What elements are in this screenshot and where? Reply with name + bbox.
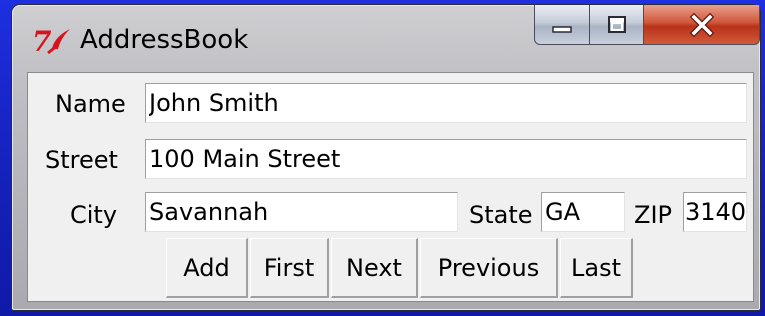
previous-button[interactable]: Previous (420, 238, 558, 298)
form-area: Name Street City State ZIP Add First Nex… (27, 72, 754, 302)
minimize-icon (552, 25, 572, 33)
navigation-buttons: Add First Next Previous Last (166, 238, 635, 298)
street-label: Street (45, 146, 118, 174)
zip-field[interactable] (683, 192, 747, 232)
first-button[interactable]: First (250, 238, 329, 298)
name-label: Name (55, 90, 126, 118)
state-label: State (469, 201, 533, 229)
minimize-button[interactable] (534, 5, 590, 45)
name-field[interactable] (145, 83, 747, 123)
zip-label: ZIP (634, 201, 672, 229)
caption-buttons (534, 5, 760, 49)
addressbook-window: 7 AddressBook Name John Smith Street 100… (12, 5, 760, 310)
last-button[interactable]: Last (560, 238, 633, 298)
tk-feather-icon: 7 (32, 25, 70, 57)
street-field[interactable] (145, 139, 747, 179)
close-button[interactable] (644, 5, 760, 45)
city-field[interactable] (145, 192, 458, 232)
maximize-button[interactable] (590, 5, 644, 45)
add-button[interactable]: Add (166, 238, 248, 298)
maximize-icon (607, 15, 626, 33)
next-button[interactable]: Next (331, 238, 418, 298)
city-label: City (70, 201, 118, 229)
window-title: AddressBook (80, 25, 249, 55)
title-bar[interactable]: 7 AddressBook (12, 5, 760, 67)
close-icon (689, 12, 714, 37)
state-field[interactable] (541, 192, 625, 232)
